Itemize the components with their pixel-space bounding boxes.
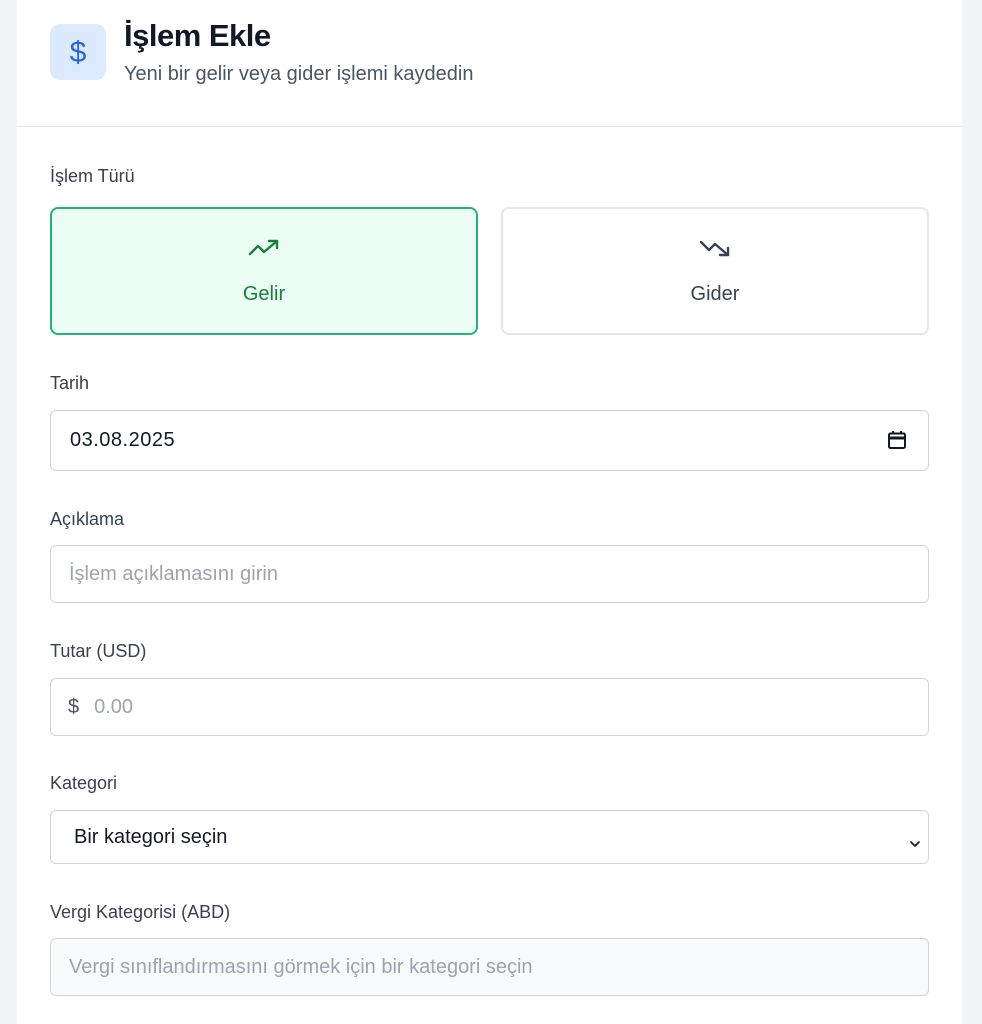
page-subtitle: Yeni bir gelir veya gider işlemi kaydedi… (124, 63, 474, 85)
income-type-label: Gelir (242, 282, 286, 305)
date-label: Tarih (50, 373, 90, 393)
dollar-icon: $ (50, 24, 106, 80)
description-label: Açıklama (50, 509, 125, 529)
trending-up-icon (248, 235, 280, 261)
category-label: Kategori (50, 773, 118, 793)
date-value: 03.08.2025 (70, 429, 176, 451)
chevron-down-icon (909, 832, 921, 855)
description-input[interactable]: İşlem açıklamasını girin (50, 545, 929, 603)
category-select[interactable]: Bir kategori seçin (50, 810, 929, 864)
income-type-button[interactable]: Gelir (50, 207, 478, 335)
expense-type-button[interactable]: Gider (501, 207, 929, 335)
amount-placeholder: 0.00 (94, 695, 134, 718)
tax-category-label: Vergi Kategorisi (ABD) (50, 902, 231, 922)
expense-type-label: Gider (690, 282, 740, 305)
card-header: $ İşlem Ekle Yeni bir gelir veya gider i… (17, 0, 962, 127)
tax-category-placeholder: Vergi sınıflandırmasını görmek için bir … (69, 955, 533, 978)
add-transaction-card: $ İşlem Ekle Yeni bir gelir veya gider i… (17, 0, 962, 1024)
currency-prefix: $ (68, 695, 80, 718)
tax-category-field: Vergi sınıflandırmasını görmek için bir … (50, 938, 929, 996)
date-input[interactable]: 03.08.2025 (50, 410, 929, 471)
description-placeholder: İşlem açıklamasını girin (69, 562, 278, 585)
svg-text:$: $ (70, 36, 87, 69)
page-title: İşlem Ekle (124, 18, 271, 53)
amount-label: Tutar (USD) (50, 641, 147, 661)
trending-down-icon (699, 235, 731, 261)
amount-input[interactable]: $ 0.00 (50, 678, 929, 736)
transaction-type-label: İşlem Türü (50, 166, 135, 186)
calendar-icon[interactable] (887, 430, 907, 456)
category-selected-value: Bir kategori seçin (74, 825, 228, 848)
